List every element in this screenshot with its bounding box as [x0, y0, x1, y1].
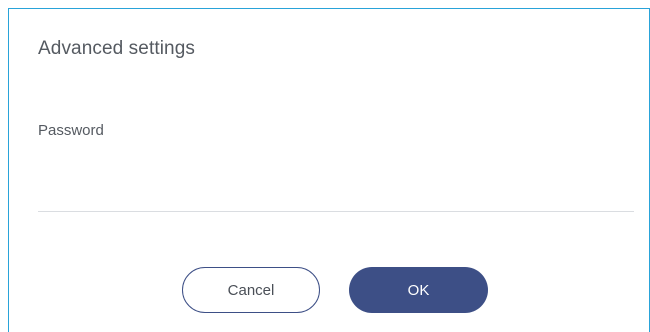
advanced-settings-dialog: Advanced settings Password Cancel OK	[0, 0, 650, 332]
password-underline	[38, 211, 634, 212]
password-label: Password	[38, 122, 104, 139]
dialog-title: Advanced settings	[38, 38, 195, 59]
password-input[interactable]	[38, 150, 634, 208]
cancel-button[interactable]: Cancel	[182, 267, 320, 313]
window-border-top	[8, 8, 650, 9]
window-border-left	[8, 8, 9, 332]
ok-button[interactable]: OK	[349, 267, 488, 313]
